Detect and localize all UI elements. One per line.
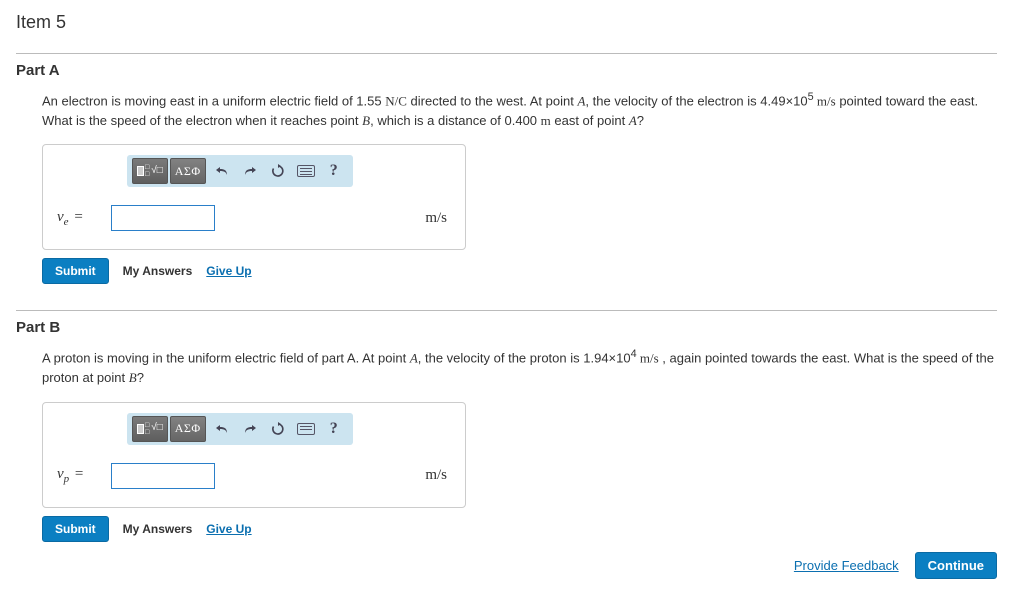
part-a-variable: ve = [57, 209, 111, 228]
part-a-answer-input[interactable] [111, 205, 215, 231]
greek-button[interactable]: ΑΣΦ [170, 416, 206, 442]
part-b-actions: Submit My Answers Give Up [42, 516, 997, 542]
templates-button[interactable]: □□ √□ [132, 158, 168, 184]
part-b-unit: m/s [425, 467, 451, 484]
part-b-answer-box: □□ √□ ΑΣΦ ? vp = m/s [42, 402, 466, 508]
redo-icon [243, 165, 257, 177]
reset-icon [271, 422, 285, 436]
part-b-answer-input[interactable] [111, 463, 215, 489]
help-button[interactable]: ? [320, 416, 348, 442]
part-a-actions: Submit My Answers Give Up [42, 258, 997, 284]
template-icon: □□ √□ [137, 422, 163, 436]
part-b-give-up-link[interactable]: Give Up [206, 522, 251, 536]
undo-button[interactable] [208, 158, 236, 184]
part-b-submit-button[interactable]: Submit [42, 516, 109, 542]
keyboard-button[interactable] [292, 158, 320, 184]
part-b-heading: Part B [16, 310, 997, 336]
page-footer: Provide Feedback Continue [16, 552, 997, 579]
templates-button[interactable]: □□ √□ [132, 416, 168, 442]
help-button[interactable]: ? [320, 158, 348, 184]
part-b-question: A proton is moving in the uniform electr… [42, 346, 997, 387]
reset-button[interactable] [264, 416, 292, 442]
part-b-variable: vp = [57, 466, 111, 485]
redo-button[interactable] [236, 158, 264, 184]
part-a-toolbar: □□ √□ ΑΣΦ ? [127, 155, 353, 187]
part-b-toolbar: □□ √□ ΑΣΦ ? [127, 413, 353, 445]
item-title: Item 5 [16, 12, 997, 33]
undo-button[interactable] [208, 416, 236, 442]
keyboard-icon [297, 423, 315, 435]
redo-button[interactable] [236, 416, 264, 442]
reset-button[interactable] [264, 158, 292, 184]
keyboard-icon [297, 165, 315, 177]
part-a-question: An electron is moving east in a uniform … [42, 89, 997, 130]
greek-button[interactable]: ΑΣΦ [170, 158, 206, 184]
part-a-answer-box: □□ √□ ΑΣΦ ? ve = m/s [42, 144, 466, 250]
part-b-my-answers: My Answers [123, 522, 193, 536]
part-a-my-answers: My Answers [123, 264, 193, 278]
redo-icon [243, 423, 257, 435]
provide-feedback-link[interactable]: Provide Feedback [794, 558, 899, 573]
part-a-submit-button[interactable]: Submit [42, 258, 109, 284]
part-a-give-up-link[interactable]: Give Up [206, 264, 251, 278]
part-a-unit: m/s [425, 210, 451, 227]
undo-icon [215, 423, 229, 435]
reset-icon [271, 164, 285, 178]
continue-button[interactable]: Continue [915, 552, 997, 579]
undo-icon [215, 165, 229, 177]
part-a-heading: Part A [16, 53, 997, 79]
template-icon: □□ √□ [137, 164, 163, 178]
keyboard-button[interactable] [292, 416, 320, 442]
